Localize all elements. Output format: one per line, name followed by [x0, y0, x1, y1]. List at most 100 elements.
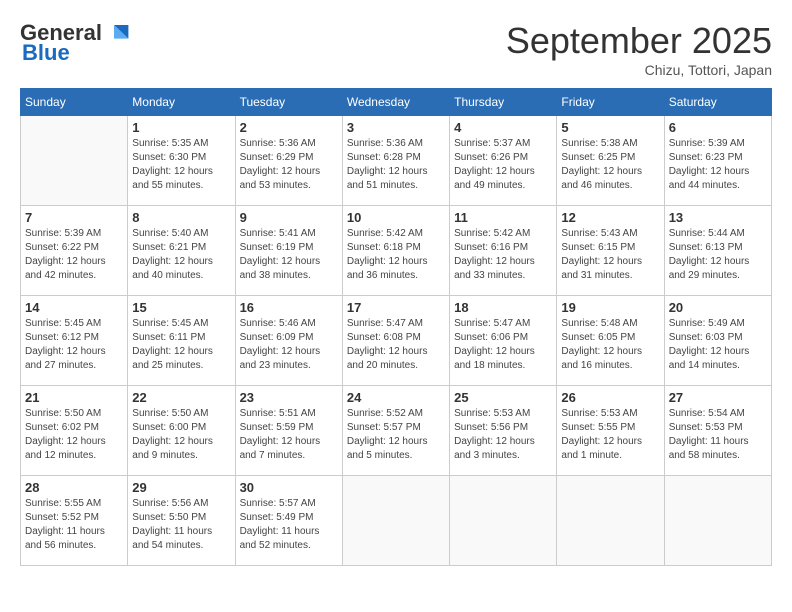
- calendar-cell: 28 Sunrise: 5:55 AM Sunset: 5:52 PM Dayli…: [21, 476, 128, 566]
- day-number: 21: [25, 390, 123, 405]
- calendar-cell: 24 Sunrise: 5:52 AM Sunset: 5:57 PM Dayli…: [342, 386, 449, 476]
- calendar-cell: 25Sunrise: 5:53 AM Sunset: 5:56 PM Dayli…: [450, 386, 557, 476]
- page-header: General Blue September 2025 Chizu, Totto…: [20, 20, 772, 78]
- day-number: 5: [561, 120, 659, 135]
- calendar-cell: 13 Sunrise: 5:44 AM Sunset: 6:13 PM Dayli…: [664, 206, 771, 296]
- day-number: 7: [25, 210, 123, 225]
- day-info: Sunrise: 5:55 AM Sunset: 5:52 PM Dayligh…: [25, 497, 123, 553]
- day-number: 28: [25, 480, 123, 495]
- calendar-cell: 15 Sunrise: 5:45 AM Sunset: 6:11 PM Dayli…: [128, 296, 235, 386]
- calendar-cell: [342, 476, 449, 566]
- calendar-cell: 19 Sunrise: 5:48 AM Sunset: 6:05 PM Dayli…: [557, 296, 664, 386]
- day-number: 22: [132, 390, 230, 405]
- day-info: Sunrise: 5:51 AM Sunset: 5:59 PM Dayligh…: [240, 407, 338, 463]
- day-number: 19: [561, 300, 659, 315]
- calendar-cell: 9 Sunrise: 5:41 AM Sunset: 6:19 PM Daylig…: [235, 206, 342, 296]
- calendar-cell: 6 Sunrise: 5:39 AM Sunset: 6:23 PM Daylig…: [664, 116, 771, 206]
- calendar-cell: 3 Sunrise: 5:36 AM Sunset: 6:28 PM Daylig…: [342, 116, 449, 206]
- day-info: Sunrise: 5:46 AM Sunset: 6:09 PM Dayligh…: [240, 317, 338, 373]
- calendar-cell: 7 Sunrise: 5:39 AM Sunset: 6:22 PM Daylig…: [21, 206, 128, 296]
- day-info: Sunrise: 5:52 AM Sunset: 5:57 PM Dayligh…: [347, 407, 445, 463]
- day-number: 30: [240, 480, 338, 495]
- day-info: Sunrise: 5:54 AM Sunset: 5:53 PM Dayligh…: [669, 407, 767, 463]
- day-info: Sunrise: 5:42 AM Sunset: 6:18 PM Dayligh…: [347, 227, 445, 283]
- calendar-cell: 18 Sunrise: 5:47 AM Sunset: 6:06 PM Dayli…: [450, 296, 557, 386]
- day-of-week-header: Sunday: [21, 89, 128, 116]
- calendar-cell: 12 Sunrise: 5:43 AM Sunset: 6:15 PM Dayli…: [557, 206, 664, 296]
- day-number: 9: [240, 210, 338, 225]
- month-title: September 2025: [506, 20, 772, 62]
- calendar-header-row: SundayMondayTuesdayWednesdayThursdayFrid…: [21, 89, 772, 116]
- day-of-week-header: Monday: [128, 89, 235, 116]
- day-of-week-header: Saturday: [664, 89, 771, 116]
- calendar-cell: 22 Sunrise: 5:50 AM Sunset: 6:00 PM Dayli…: [128, 386, 235, 476]
- day-info: Sunrise: 5:49 AM Sunset: 6:03 PM Dayligh…: [669, 317, 767, 373]
- day-of-week-header: Friday: [557, 89, 664, 116]
- day-number: 18: [454, 300, 552, 315]
- calendar-cell: 27 Sunrise: 5:54 AM Sunset: 5:53 PM Dayli…: [664, 386, 771, 476]
- day-number: 8: [132, 210, 230, 225]
- day-number: 3: [347, 120, 445, 135]
- day-info: Sunrise: 5:45 AM Sunset: 6:12 PM Dayligh…: [25, 317, 123, 373]
- day-info: Sunrise: 5:39 AM Sunset: 6:22 PM Dayligh…: [25, 227, 123, 283]
- calendar-cell: [21, 116, 128, 206]
- day-info: Sunrise: 5:57 AM Sunset: 5:49 PM Dayligh…: [240, 497, 338, 553]
- calendar-week-row: 28 Sunrise: 5:55 AM Sunset: 5:52 PM Dayli…: [21, 476, 772, 566]
- day-info: Sunrise: 5:47 AM Sunset: 6:06 PM Dayligh…: [454, 317, 552, 373]
- day-number: 29: [132, 480, 230, 495]
- day-number: 23: [240, 390, 338, 405]
- day-info: Sunrise: 5:45 AM Sunset: 6:11 PM Dayligh…: [132, 317, 230, 373]
- day-info: Sunrise: 5:39 AM Sunset: 6:23 PM Dayligh…: [669, 137, 767, 193]
- day-number: 26: [561, 390, 659, 405]
- day-info: Sunrise: 5:36 AM Sunset: 6:28 PM Dayligh…: [347, 137, 445, 193]
- day-number: 27: [669, 390, 767, 405]
- calendar-cell: [450, 476, 557, 566]
- day-info: Sunrise: 5:43 AM Sunset: 6:15 PM Dayligh…: [561, 227, 659, 283]
- day-number: 15: [132, 300, 230, 315]
- day-info: Sunrise: 5:40 AM Sunset: 6:21 PM Dayligh…: [132, 227, 230, 283]
- day-number: 17: [347, 300, 445, 315]
- day-info: Sunrise: 5:41 AM Sunset: 6:19 PM Dayligh…: [240, 227, 338, 283]
- day-info: Sunrise: 5:42 AM Sunset: 6:16 PM Dayligh…: [454, 227, 552, 283]
- day-number: 1: [132, 120, 230, 135]
- calendar-cell: 14Sunrise: 5:45 AM Sunset: 6:12 PM Dayli…: [21, 296, 128, 386]
- day-info: Sunrise: 5:36 AM Sunset: 6:29 PM Dayligh…: [240, 137, 338, 193]
- calendar-cell: [664, 476, 771, 566]
- logo-blue-text: Blue: [22, 40, 70, 66]
- calendar-cell: 5Sunrise: 5:38 AM Sunset: 6:25 PM Daylig…: [557, 116, 664, 206]
- calendar-cell: 21 Sunrise: 5:50 AM Sunset: 6:02 PM Dayli…: [21, 386, 128, 476]
- day-number: 16: [240, 300, 338, 315]
- calendar-cell: 17 Sunrise: 5:47 AM Sunset: 6:08 PM Dayli…: [342, 296, 449, 386]
- day-number: 25: [454, 390, 552, 405]
- day-info: Sunrise: 5:44 AM Sunset: 6:13 PM Dayligh…: [669, 227, 767, 283]
- day-number: 4: [454, 120, 552, 135]
- calendar-cell: [557, 476, 664, 566]
- calendar-cell: 16 Sunrise: 5:46 AM Sunset: 6:09 PM Dayli…: [235, 296, 342, 386]
- calendar-cell: 2Sunrise: 5:36 AM Sunset: 6:29 PM Daylig…: [235, 116, 342, 206]
- calendar-week-row: 14Sunrise: 5:45 AM Sunset: 6:12 PM Dayli…: [21, 296, 772, 386]
- logo-icon: [106, 21, 130, 45]
- day-info: Sunrise: 5:47 AM Sunset: 6:08 PM Dayligh…: [347, 317, 445, 373]
- calendar-cell: 29Sunrise: 5:56 AM Sunset: 5:50 PM Dayli…: [128, 476, 235, 566]
- location-subtitle: Chizu, Tottori, Japan: [506, 62, 772, 78]
- day-info: Sunrise: 5:35 AM Sunset: 6:30 PM Dayligh…: [132, 137, 230, 193]
- calendar-cell: 20Sunrise: 5:49 AM Sunset: 6:03 PM Dayli…: [664, 296, 771, 386]
- calendar-table: SundayMondayTuesdayWednesdayThursdayFrid…: [20, 88, 772, 566]
- calendar-cell: 8 Sunrise: 5:40 AM Sunset: 6:21 PM Daylig…: [128, 206, 235, 296]
- day-number: 12: [561, 210, 659, 225]
- day-number: 11: [454, 210, 552, 225]
- day-number: 24: [347, 390, 445, 405]
- calendar-cell: 1 Sunrise: 5:35 AM Sunset: 6:30 PM Daylig…: [128, 116, 235, 206]
- calendar-cell: 10Sunrise: 5:42 AM Sunset: 6:18 PM Dayli…: [342, 206, 449, 296]
- day-of-week-header: Thursday: [450, 89, 557, 116]
- title-block: September 2025 Chizu, Tottori, Japan: [506, 20, 772, 78]
- day-number: 13: [669, 210, 767, 225]
- day-info: Sunrise: 5:50 AM Sunset: 6:02 PM Dayligh…: [25, 407, 123, 463]
- day-info: Sunrise: 5:53 AM Sunset: 5:55 PM Dayligh…: [561, 407, 659, 463]
- day-info: Sunrise: 5:50 AM Sunset: 6:00 PM Dayligh…: [132, 407, 230, 463]
- calendar-cell: 11 Sunrise: 5:42 AM Sunset: 6:16 PM Dayli…: [450, 206, 557, 296]
- calendar-cell: 26 Sunrise: 5:53 AM Sunset: 5:55 PM Dayli…: [557, 386, 664, 476]
- day-number: 6: [669, 120, 767, 135]
- calendar-cell: 23 Sunrise: 5:51 AM Sunset: 5:59 PM Dayli…: [235, 386, 342, 476]
- day-info: Sunrise: 5:48 AM Sunset: 6:05 PM Dayligh…: [561, 317, 659, 373]
